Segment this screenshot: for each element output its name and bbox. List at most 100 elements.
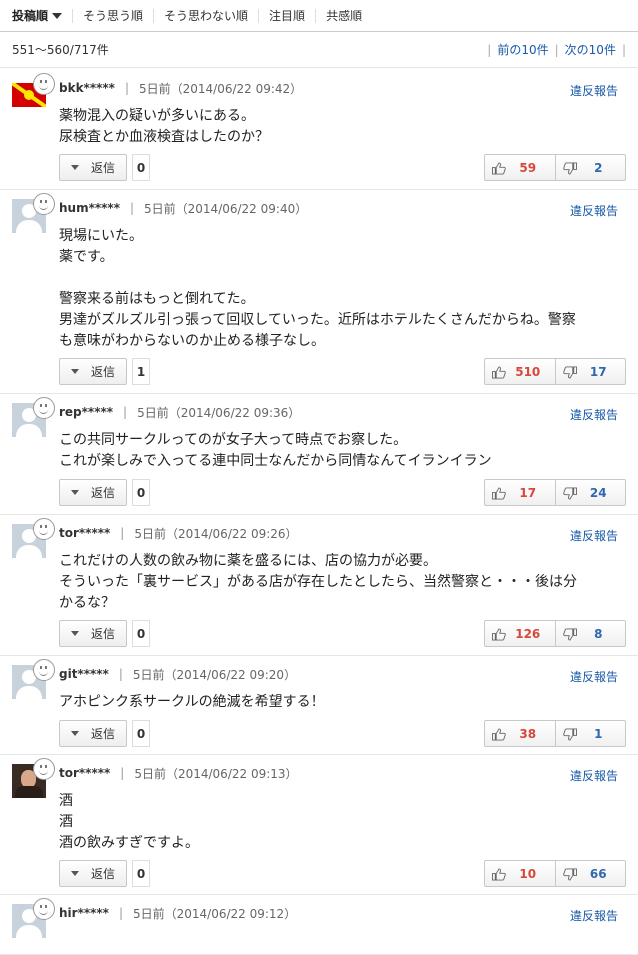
- report-link[interactable]: 違反報告: [570, 767, 618, 784]
- thumbs-down-icon: [562, 726, 580, 742]
- comment-item: hir***** | 5日前（2014/06/22 09:12） 違反報告: [0, 895, 638, 955]
- comment-actions: 返信 0 17 24: [59, 479, 626, 506]
- thumbs-up-icon: [491, 866, 509, 882]
- comment-line: これが楽しみで入ってる連中同士なんだから同情なんてイランイラン: [59, 453, 492, 469]
- reply-button[interactable]: 返信: [59, 720, 127, 747]
- sort-option-disagree[interactable]: そう思わない順: [154, 8, 260, 23]
- comment-username[interactable]: git*****: [59, 667, 109, 681]
- sort-option-featured[interactable]: 注目順: [259, 8, 317, 23]
- agree-count: 38: [519, 726, 537, 741]
- chevron-down-icon: [70, 490, 79, 495]
- comment-line: そういった「裏サービス」がある店が存在したとしたら、当然警察と・・・後は分: [59, 574, 577, 590]
- header-divider: |: [123, 405, 128, 419]
- reply-count: 0: [132, 860, 150, 887]
- avatar[interactable]: [12, 397, 55, 437]
- comment-username[interactable]: tor*****: [59, 526, 110, 540]
- smiley-icon: [33, 758, 55, 780]
- reply-label: 返信: [90, 727, 115, 741]
- comment-timestamp: 5日前（2014/06/22 09:36）: [137, 405, 301, 420]
- avatar[interactable]: [12, 193, 55, 233]
- chevron-down-icon: [70, 731, 79, 736]
- smiley-icon: [33, 518, 55, 540]
- report-link[interactable]: 違反報告: [570, 907, 618, 924]
- agree-button[interactable]: 10: [485, 861, 555, 886]
- disagree-button[interactable]: 8: [554, 621, 626, 646]
- comment-body: 現場にいた。 薬です。 警察来る前はもっと倒れてた。 男達がズルズル引っ張って回収して…: [59, 226, 622, 352]
- comment-username[interactable]: hir*****: [59, 906, 109, 920]
- comment-timestamp: 5日前（2014/06/22 09:40）: [144, 201, 308, 216]
- sort-option-empathy[interactable]: 共感順: [316, 9, 372, 23]
- comment-line: これだけの人数の飲み物に薬を盛るには、店の協力が必要。: [59, 553, 437, 569]
- disagree-button[interactable]: 24: [554, 480, 626, 505]
- thumbs-up-icon: [491, 626, 509, 642]
- agree-button[interactable]: 38: [485, 721, 555, 746]
- agree-button[interactable]: 59: [485, 155, 555, 180]
- vote-box: 126 8: [484, 620, 626, 647]
- report-link[interactable]: 違反報告: [570, 82, 618, 99]
- agree-button[interactable]: 126: [485, 621, 555, 646]
- comment-item: bkk***** | 5日前（2014/06/22 09:42） 違反報告 薬物混入の疑…: [0, 70, 638, 190]
- smiley-icon: [33, 659, 55, 681]
- agree-count: 10: [519, 866, 537, 881]
- comment-line: この共同サークルってのが女子大って時点でお察した。: [59, 432, 408, 448]
- pager-nav: | 前の10件 | 次の10件 |: [487, 41, 626, 58]
- thumbs-up-icon: [491, 726, 509, 742]
- reply-count: 0: [132, 154, 150, 181]
- reply-button[interactable]: 返信: [59, 358, 127, 385]
- smiley-icon: [33, 73, 55, 95]
- comment-actions: 返信 1 510 17: [59, 358, 626, 385]
- thumbs-down-icon: [562, 364, 580, 380]
- comment-username[interactable]: bkk*****: [59, 81, 115, 95]
- avatar[interactable]: [12, 659, 55, 699]
- reply-button[interactable]: 返信: [59, 154, 127, 181]
- avatar[interactable]: [12, 758, 55, 798]
- comment-actions: 返信 0 126 8: [59, 620, 626, 647]
- comment-username[interactable]: tor*****: [59, 766, 110, 780]
- reply-count: 1: [132, 358, 150, 385]
- comment-header: hir***** | 5日前（2014/06/22 09:12）: [59, 905, 618, 921]
- reply-label: 返信: [90, 486, 115, 500]
- report-link[interactable]: 違反報告: [570, 668, 618, 685]
- comment-header: git***** | 5日前（2014/06/22 09:20）: [59, 666, 618, 682]
- sort-option-agree[interactable]: そう思う順: [73, 8, 155, 23]
- comment-username[interactable]: hum*****: [59, 201, 120, 215]
- comment-actions: 返信 0 10 66: [59, 860, 626, 887]
- reply-button[interactable]: 返信: [59, 620, 127, 647]
- smiley-icon: [33, 898, 55, 920]
- thumbs-down-icon: [562, 626, 580, 642]
- report-link[interactable]: 違反報告: [570, 202, 618, 219]
- chevron-down-icon: [70, 631, 79, 636]
- comment-header: tor***** | 5日前（2014/06/22 09:13）: [59, 765, 618, 781]
- agree-button[interactable]: 510: [485, 359, 555, 384]
- avatar[interactable]: [12, 73, 55, 113]
- disagree-count: 8: [594, 626, 603, 641]
- comment-item: tor***** | 5日前（2014/06/22 09:13） 違反報告酒酒酒の飲み…: [0, 755, 638, 895]
- comment-line: かるな？: [59, 595, 115, 611]
- reply-button[interactable]: 返信: [59, 479, 127, 506]
- header-divider: |: [118, 906, 123, 920]
- agree-button[interactable]: 17: [485, 480, 555, 505]
- disagree-count: 2: [594, 160, 603, 175]
- reply-label: 返信: [90, 867, 115, 881]
- comment-body: 酒酒酒の飲みすぎですよ。: [59, 791, 622, 854]
- comment-timestamp: 5日前（2014/06/22 09:12）: [133, 906, 297, 921]
- sort-option-post-order[interactable]: 投稿順: [10, 8, 74, 23]
- comment-username[interactable]: rep*****: [59, 405, 113, 419]
- prev-page-link[interactable]: 前の10件: [491, 41, 554, 58]
- result-count: 551〜560/717件: [12, 43, 109, 57]
- reply-button[interactable]: 返信: [59, 860, 127, 887]
- report-link[interactable]: 違反報告: [570, 406, 618, 423]
- comment-line: 酒: [59, 814, 73, 830]
- report-link[interactable]: 違反報告: [570, 527, 618, 544]
- disagree-button[interactable]: 2: [554, 155, 626, 180]
- disagree-button[interactable]: 66: [554, 861, 626, 886]
- header-divider: |: [120, 526, 125, 540]
- thumbs-down-icon: [562, 866, 580, 882]
- disagree-button[interactable]: 1: [554, 721, 626, 746]
- avatar[interactable]: [12, 518, 55, 558]
- disagree-button[interactable]: 17: [554, 359, 626, 384]
- comment-actions: 返信 0 38 1: [59, 720, 626, 747]
- comment-line: 酒: [59, 793, 73, 809]
- next-page-link[interactable]: 次の10件: [559, 41, 622, 58]
- avatar[interactable]: [12, 898, 55, 938]
